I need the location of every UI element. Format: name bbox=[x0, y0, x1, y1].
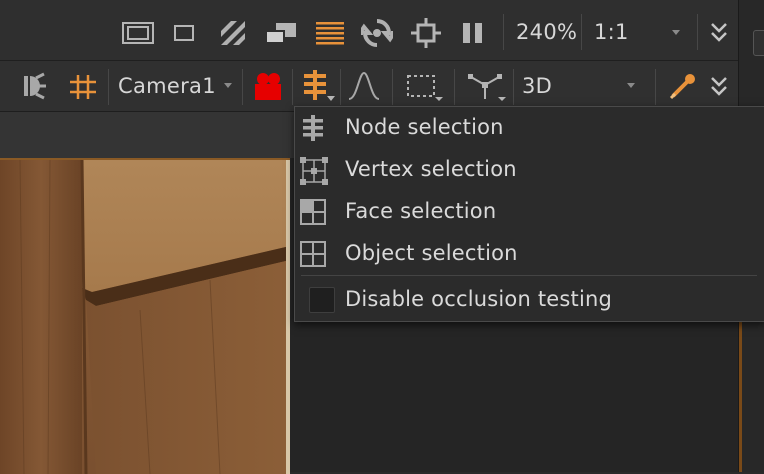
camera-icon[interactable] bbox=[252, 70, 284, 102]
viewer-toolbar-second: Camera1 3D bbox=[0, 61, 738, 112]
menu-item-label: Object selection bbox=[345, 241, 518, 265]
crosshair-icon[interactable] bbox=[410, 17, 442, 49]
wipe-icon[interactable] bbox=[264, 18, 298, 48]
zoom-level[interactable]: 240% bbox=[516, 20, 577, 44]
wood-texture-image bbox=[0, 160, 290, 474]
side-panel-tab[interactable] bbox=[753, 30, 764, 56]
curve-icon[interactable] bbox=[346, 70, 382, 102]
menu-item-vertex-selection[interactable]: Vertex selection bbox=[295, 149, 764, 191]
menu-divider bbox=[301, 275, 757, 276]
divider bbox=[513, 69, 514, 105]
divider bbox=[581, 14, 582, 50]
divider bbox=[292, 69, 293, 105]
divider bbox=[340, 69, 341, 105]
menu-item-label: Vertex selection bbox=[345, 157, 517, 181]
divider bbox=[392, 69, 393, 105]
checkbox-label: Disable occlusion testing bbox=[345, 287, 613, 311]
viewer-image[interactable] bbox=[0, 158, 290, 474]
chevron-down-icon[interactable] bbox=[627, 83, 635, 88]
node-selection-icon bbox=[299, 114, 327, 142]
divider bbox=[655, 69, 656, 105]
selection-mode-menu: Node selection Vertex selection Face sel… bbox=[294, 106, 764, 322]
transform-handles-icon[interactable] bbox=[464, 69, 508, 103]
menu-item-disable-occlusion[interactable]: Disable occlusion testing bbox=[295, 279, 764, 321]
double-chevron-down-icon[interactable] bbox=[708, 20, 730, 44]
panel-border bbox=[739, 320, 742, 472]
vertex-selection-icon bbox=[299, 156, 328, 185]
menu-item-face-selection[interactable]: Face selection bbox=[295, 191, 764, 233]
face-selection-icon bbox=[299, 198, 327, 226]
divider bbox=[697, 14, 698, 50]
menu-item-label: Face selection bbox=[345, 199, 497, 223]
divider bbox=[454, 69, 455, 105]
scanlines-icon[interactable] bbox=[314, 18, 346, 48]
marquee-selection-icon[interactable] bbox=[404, 70, 446, 102]
checkerboard-icon[interactable] bbox=[218, 18, 248, 48]
double-chevron-down-icon[interactable] bbox=[708, 74, 730, 98]
chevron-down-icon[interactable] bbox=[672, 30, 680, 35]
viewer-toolbar-top: 240% 1:1 bbox=[0, 0, 738, 61]
eyedropper-icon[interactable] bbox=[668, 71, 698, 101]
pause-icon[interactable] bbox=[458, 20, 488, 46]
frame-icon[interactable] bbox=[172, 22, 196, 44]
camera-dropdown[interactable]: Camera1 bbox=[118, 74, 216, 98]
grid-icon[interactable] bbox=[68, 73, 98, 101]
menu-item-label: Node selection bbox=[345, 115, 504, 139]
refresh-icon[interactable] bbox=[360, 16, 394, 50]
menu-item-node-selection[interactable]: Node selection bbox=[295, 107, 764, 149]
selection-mode-icon[interactable] bbox=[300, 69, 336, 103]
divider bbox=[108, 69, 109, 105]
chevron-down-icon[interactable] bbox=[224, 83, 232, 88]
divider bbox=[503, 14, 504, 50]
ratio-dropdown[interactable]: 1:1 bbox=[594, 20, 629, 44]
overscan-icon[interactable] bbox=[122, 20, 154, 46]
view-mode-dropdown[interactable]: 3D bbox=[522, 74, 552, 98]
object-selection-icon bbox=[299, 240, 327, 268]
menu-item-object-selection[interactable]: Object selection bbox=[295, 233, 764, 275]
light-icon[interactable] bbox=[22, 71, 56, 101]
occlusion-checkbox[interactable] bbox=[309, 287, 335, 313]
divider bbox=[242, 69, 243, 105]
